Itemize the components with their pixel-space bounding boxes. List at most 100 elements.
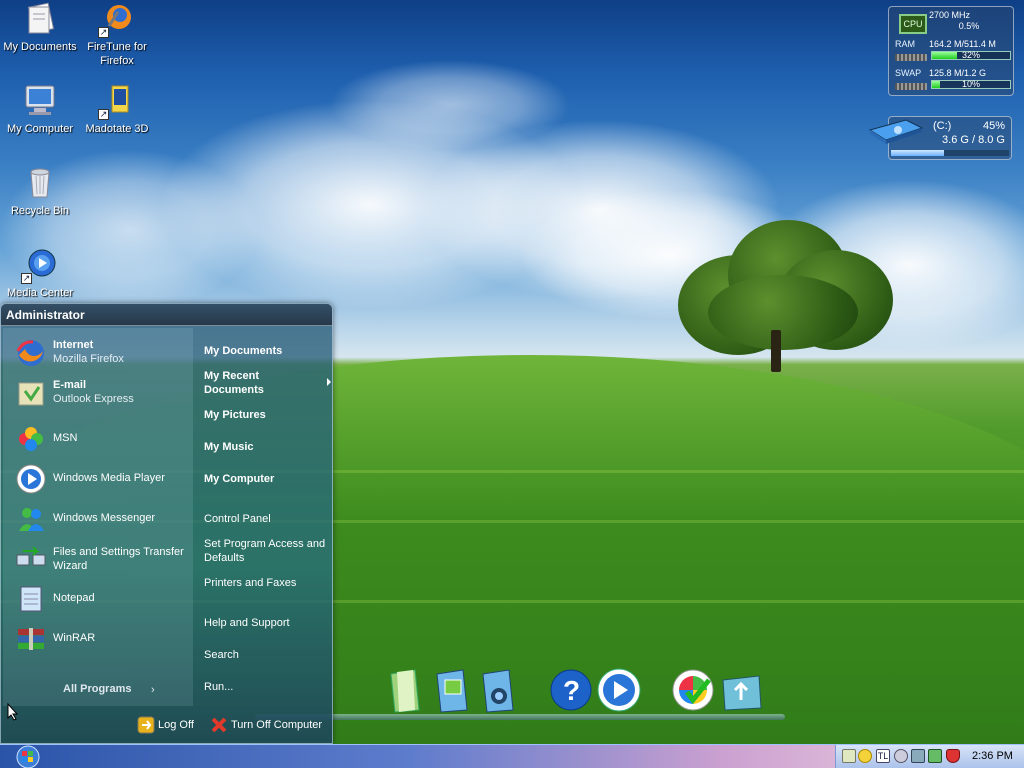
dock-shelf [255, 714, 785, 720]
swap-chip-icon [895, 83, 927, 90]
desktop-icon-label: Media Center [6, 287, 74, 299]
recent-program-label: Windows Messenger [53, 512, 156, 524]
taskbar: TL 2:36 PM [0, 744, 1024, 768]
safely-remove-icon[interactable] [928, 749, 942, 763]
wallpaper-cloud [330, 60, 570, 150]
place-label: My Recent Documents [204, 370, 264, 396]
firefox-icon [15, 337, 47, 369]
ram-percent: 32% [961, 50, 980, 60]
recent-program-label: MSN [53, 432, 78, 444]
system-tray: TL 2:36 PM [835, 745, 1024, 768]
msn-icon [15, 423, 47, 455]
media-player-icon[interactable] [597, 666, 643, 714]
music-folder-icon[interactable] [477, 666, 523, 714]
recent-program-label: Notepad [53, 592, 95, 604]
media-center-icon: ↗ [21, 248, 57, 284]
network-icon[interactable] [911, 749, 925, 763]
place-printers-and-faxes[interactable]: Printers and Faxes [204, 576, 330, 590]
place-my-computer[interactable]: My Computer [204, 472, 330, 486]
ram-row: RAM 164.2 M/511.4 M 32% [893, 38, 1011, 66]
media-player-icon [15, 463, 47, 495]
messenger-icon [15, 503, 47, 535]
cpu-percent: 0.5% [958, 21, 980, 31]
all-programs-arrow-icon: › [151, 684, 155, 696]
drive-space-gadget[interactable]: (C:) 45% 3.6 G / 8.0 G [868, 116, 1014, 161]
winrar-icon [15, 623, 47, 655]
pinned-internet[interactable]: Internet Mozilla Firefox [13, 334, 193, 370]
recycle-bin-icon [23, 166, 57, 200]
pinned-title: Internet [53, 339, 94, 351]
turn-off-label: Turn Off Computer [231, 719, 323, 731]
start-menu-header: Administrator [1, 304, 332, 326]
place-my-recent-documents[interactable]: My Recent Documents [204, 369, 331, 397]
user-name: Administrator [6, 308, 85, 322]
place-run[interactable]: Run... [204, 680, 330, 694]
documents-icon [23, 2, 57, 36]
cpu-chip-icon: CPU [899, 14, 927, 34]
windows-update-icon[interactable] [671, 666, 717, 714]
ram-usage: 164.2 M/511.4 M [929, 39, 996, 49]
desktop-icon-my-documents[interactable]: My Documents [0, 2, 80, 54]
recent-program-msn[interactable]: MSN [13, 420, 193, 456]
recent-program-messenger[interactable]: Windows Messenger [13, 500, 193, 536]
turn-off-button[interactable]: Turn Off Computer [210, 716, 328, 734]
desktop-icon-recycle-bin[interactable]: Recycle Bin [0, 166, 80, 218]
recent-program-notepad[interactable]: Notepad [13, 580, 193, 616]
computer-icon [23, 84, 57, 118]
place-help-and-support[interactable]: Help and Support [204, 616, 330, 630]
drive-name: (C:) [933, 120, 952, 132]
power-icon [210, 716, 228, 734]
recycle-icon[interactable] [719, 666, 765, 714]
drive-bar [891, 150, 1009, 156]
desktop-icon-madotate[interactable]: ↗ Madotate 3D [77, 84, 157, 136]
drive-percent: 45% [982, 120, 1005, 132]
all-programs-button[interactable]: All Programs [63, 683, 131, 695]
pinned-subtitle: Outlook Express [53, 393, 134, 405]
transfer-wizard-icon [15, 543, 47, 575]
desktop-icon-label: My Documents [3, 41, 77, 53]
language-icon[interactable]: TL [876, 749, 890, 763]
desktop-icon-firetune[interactable]: ↗ FireTune for Firefox [77, 2, 157, 68]
recent-program-label: Files and Settings Transfer Wizard [53, 546, 184, 572]
ram-label: RAM [895, 39, 915, 49]
desktop-icon-label: Madotate 3D [85, 123, 149, 135]
wallpaper-tree [668, 215, 898, 375]
mouse-cursor-icon [7, 702, 19, 721]
start-menu-places-pane: My Documents My Recent Documents My Pict… [196, 328, 332, 706]
desktop-icon-my-computer[interactable]: My Computer [0, 84, 80, 136]
pinned-email[interactable]: E-mail Outlook Express [13, 374, 193, 410]
security-icon[interactable] [946, 749, 960, 763]
swap-label: SWAP [895, 68, 922, 78]
place-search[interactable]: Search [204, 648, 330, 662]
pinned-title: E-mail [53, 379, 87, 391]
volume-icon[interactable] [894, 749, 908, 763]
log-off-button[interactable]: Log Off [137, 716, 199, 734]
submenu-arrow-icon [327, 378, 331, 386]
recent-program-label: WinRAR [53, 632, 96, 644]
clock[interactable]: 2:36 PM [972, 750, 1013, 762]
system-monitor-gadget[interactable]: CPU 2700 MHz 0.5% RAM 164.2 M/511.4 M 32… [888, 6, 1014, 96]
log-off-icon [137, 716, 155, 734]
desktop-icon-label: My Computer [6, 123, 74, 135]
help-icon[interactable]: ? [549, 666, 595, 714]
hard-drive-icon [868, 118, 924, 144]
start-button[interactable] [12, 745, 44, 768]
notepad-icon [15, 583, 47, 615]
recent-program-transfer-wizard[interactable]: Files and Settings Transfer Wizard [13, 540, 193, 576]
place-my-pictures[interactable]: My Pictures [204, 408, 330, 422]
pictures-folder-icon[interactable] [431, 666, 477, 714]
svg-text:?: ? [563, 675, 580, 706]
place-control-panel[interactable]: Control Panel [204, 512, 330, 526]
cpu-row: CPU 2700 MHz 0.5% [893, 9, 1011, 37]
flag-icon[interactable] [842, 749, 856, 763]
place-set-program-access[interactable]: Set Program Access and Defaults [204, 537, 330, 565]
folder-icon[interactable] [385, 666, 431, 714]
place-my-music[interactable]: My Music [204, 440, 330, 454]
pinned-subtitle: Mozilla Firefox [53, 353, 124, 365]
desktop-icon-media-center[interactable]: ↗ Media Center [0, 248, 80, 300]
drive-bar-fill [891, 150, 945, 156]
smiley-icon[interactable] [858, 749, 872, 763]
recent-program-winrar[interactable]: WinRAR [13, 620, 193, 656]
recent-program-media-player[interactable]: Windows Media Player [13, 460, 193, 496]
place-my-documents[interactable]: My Documents [204, 344, 330, 358]
